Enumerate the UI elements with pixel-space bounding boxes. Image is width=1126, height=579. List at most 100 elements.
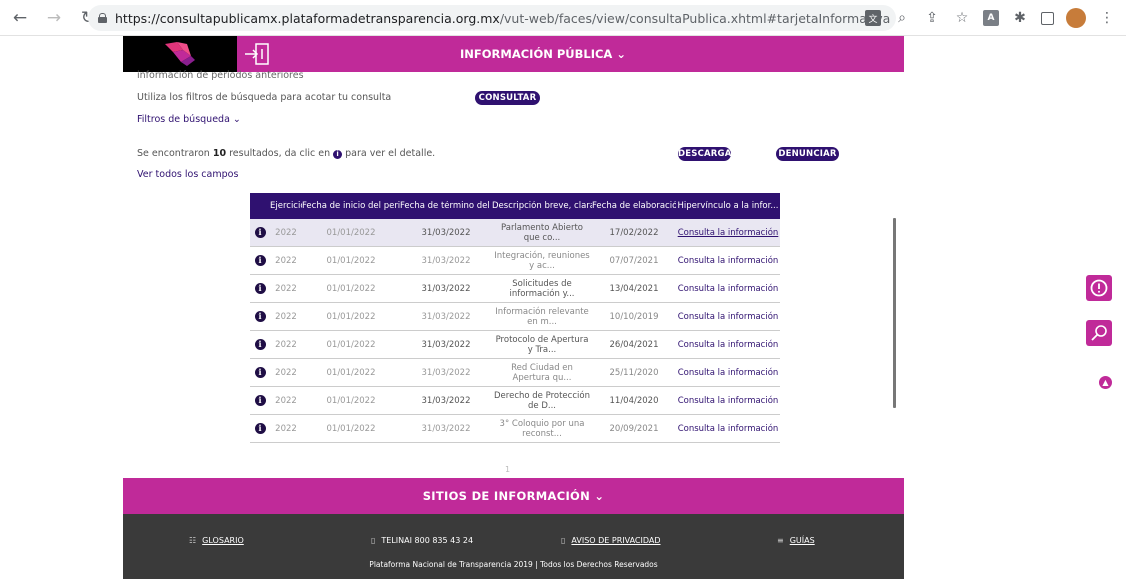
cell-hyperlink[interactable]: Consulta la información [676, 312, 780, 322]
cell-start-date: 01/01/2022 [326, 283, 376, 294]
login-icon[interactable] [243, 41, 273, 67]
address-bar[interactable]: https://consultapublicamx.plataformadetr… [88, 5, 896, 31]
all-fields-link[interactable]: Ver todos los campos [137, 169, 238, 180]
info-icon[interactable]: i [254, 395, 266, 406]
forward-arrow-icon[interactable]: → [44, 8, 64, 28]
table-row[interactable]: i 2022 01/01/2022 31/03/2022 Protocolo de Ap… [250, 331, 780, 359]
cell-end-date: 31/03/2022 [421, 339, 471, 350]
info-icon[interactable]: i [254, 311, 266, 322]
cell-start-date: 01/01/2022 [326, 339, 376, 350]
browser-toolbar: ← → ↻ https://consultapublicamx.platafor… [0, 0, 1126, 36]
pdf-extension-icon[interactable]: A [983, 10, 999, 26]
glossary-label: GLOSARIO [202, 536, 244, 545]
guides-label: GUÍAS [789, 536, 815, 545]
public-info-menu[interactable]: INFORMACIÓN PÚBLICA ⌄ [423, 36, 663, 72]
privacy-link[interactable]: ▯ AVISO DE PRIVACIDAD [561, 536, 661, 545]
table-row[interactable]: i 2022 01/01/2022 31/03/2022 Parlamento Abie… [250, 219, 780, 247]
cell-hyperlink[interactable]: Consulta la información [676, 284, 780, 294]
back-arrow-icon[interactable]: ← [10, 8, 30, 28]
cell-year: 2022 [275, 311, 297, 322]
scroll-up-icon[interactable]: ▲ [1099, 376, 1112, 389]
site-logo[interactable] [123, 36, 237, 72]
cell-year: 2022 [275, 227, 297, 238]
row-info-cell: i [250, 255, 270, 266]
table-row[interactable]: i 2022 01/01/2022 31/03/2022 3° Coloquio por… [250, 415, 780, 443]
results-mid: resultados, da clic en [226, 148, 334, 159]
cell-elaboration-date: 11/04/2020 [609, 395, 659, 406]
cell-hyperlink[interactable]: Consulta la información [676, 424, 780, 434]
zoom-icon[interactable]: ⌕ [893, 9, 911, 27]
menu-kebab-icon[interactable]: ⋮ [1098, 9, 1116, 27]
table-row[interactable]: i 2022 01/01/2022 31/03/2022 Red Ciudad en A… [250, 359, 780, 387]
cell-elaboration-date: 07/07/2021 [609, 255, 659, 266]
previous-periods-text: información de periodos anteriores [137, 70, 304, 81]
cell-description: Red Ciudad en Apertura qu... [511, 362, 573, 383]
guides-link[interactable]: ≡ GUÍAS [777, 536, 815, 545]
cell-end-date: 31/03/2022 [421, 255, 471, 266]
cell-description: Información relevante en m... [495, 306, 589, 327]
cell-elaboration-date: 25/11/2020 [609, 367, 659, 378]
cell-year: 2022 [275, 255, 297, 266]
table-row[interactable]: i 2022 01/01/2022 31/03/2022 Solicitudes de … [250, 275, 780, 303]
cell-start-date: 01/01/2022 [326, 311, 376, 322]
cell-year: 2022 [275, 339, 297, 350]
col-header-year[interactable]: Ejercicio [270, 201, 302, 211]
report-button[interactable]: DENUNCIAR [776, 147, 839, 161]
cell-year: 2022 [275, 395, 297, 406]
col-header-end-date[interactable]: Fecha de término del p... [400, 201, 492, 211]
alert-button[interactable] [1086, 275, 1112, 301]
cell-hyperlink[interactable]: Consulta la información [676, 368, 780, 378]
cell-year: 2022 [275, 367, 297, 378]
filters-hint-text: Utiliza los filtros de búsqueda para aco… [137, 92, 392, 103]
table-row[interactable]: i 2022 01/01/2022 31/03/2022 Integración, re… [250, 247, 780, 275]
page-number[interactable]: 1 [505, 465, 510, 474]
row-info-cell: i [250, 395, 270, 406]
translate-icon[interactable]: 文 [865, 10, 881, 26]
info-icon[interactable]: i [254, 255, 266, 266]
privacy-label: AVISO DE PRIVACIDAD [571, 536, 661, 545]
info-icon[interactable]: i [254, 227, 266, 238]
side-panel-icon[interactable] [1041, 11, 1054, 25]
info-icon[interactable]: i [254, 423, 266, 434]
cell-hyperlink[interactable]: Consulta la información [676, 256, 780, 266]
profile-avatar[interactable] [1066, 8, 1086, 28]
cell-elaboration-date: 17/02/2022 [609, 227, 659, 238]
cell-end-date: 31/03/2022 [421, 395, 471, 406]
download-button[interactable]: DESCARGAR [678, 147, 738, 161]
info-icon[interactable]: i [254, 283, 266, 294]
info-sites-menu[interactable]: SITIOS DE INFORMACIÓN ⌄ [123, 478, 904, 514]
cell-start-date: 01/01/2022 [326, 227, 376, 238]
search-filters-toggle[interactable]: Filtros de búsqueda ⌄ [137, 114, 241, 125]
bookmark-star-icon[interactable]: ☆ [953, 9, 971, 27]
table-row[interactable]: i 2022 01/01/2022 31/03/2022 Derecho de Prot… [250, 387, 780, 415]
guides-icon: ≡ [777, 536, 784, 545]
row-info-cell: i [250, 423, 270, 434]
cell-hyperlink[interactable]: Consulta la información [676, 228, 780, 238]
phone-label: TELINAI 800 835 43 24 [381, 536, 474, 545]
cell-start-date: 01/01/2022 [326, 395, 376, 406]
table-scrollbar[interactable] [893, 218, 896, 408]
table-row[interactable]: i 2022 01/01/2022 31/03/2022 Información rel… [250, 303, 780, 331]
col-header-description[interactable]: Descripción breve, clara... [492, 201, 592, 211]
info-icon[interactable]: i [254, 367, 266, 378]
cell-hyperlink[interactable]: Consulta la información [676, 340, 780, 350]
col-header-elaboration-date[interactable]: Fecha de elaboración [592, 201, 676, 211]
url-path: /vut-web/faces/view/consultaPublica.xhtm… [499, 10, 891, 26]
consult-button[interactable]: CONSULTAR [475, 91, 540, 105]
cell-end-date: 31/03/2022 [421, 311, 471, 322]
phone-link[interactable]: ▯ TELINAI 800 835 43 24 [371, 536, 473, 545]
info-icon[interactable]: i [254, 339, 266, 350]
cell-end-date: 31/03/2022 [421, 367, 471, 378]
cell-description: Protocolo de Apertura y Tra... [495, 334, 589, 355]
table-header: Ejercicio Fecha de inicio del peri... Fe… [250, 193, 780, 219]
search-help-button[interactable] [1086, 320, 1112, 346]
glossary-link[interactable]: ☷ GLOSARIO [189, 536, 244, 545]
share-icon[interactable]: ⇪ [923, 9, 941, 27]
glossary-icon: ☷ [189, 536, 197, 545]
col-header-start-date[interactable]: Fecha de inicio del peri... [302, 201, 400, 211]
cell-description: 3° Coloquio por una reconst... [499, 418, 585, 439]
col-header-hyperlink[interactable]: Hipervínculo a la infor... [676, 201, 780, 211]
extensions-puzzle-icon[interactable]: ✱ [1011, 9, 1029, 27]
cell-hyperlink[interactable]: Consulta la información [676, 396, 780, 406]
cell-end-date: 31/03/2022 [421, 283, 471, 294]
